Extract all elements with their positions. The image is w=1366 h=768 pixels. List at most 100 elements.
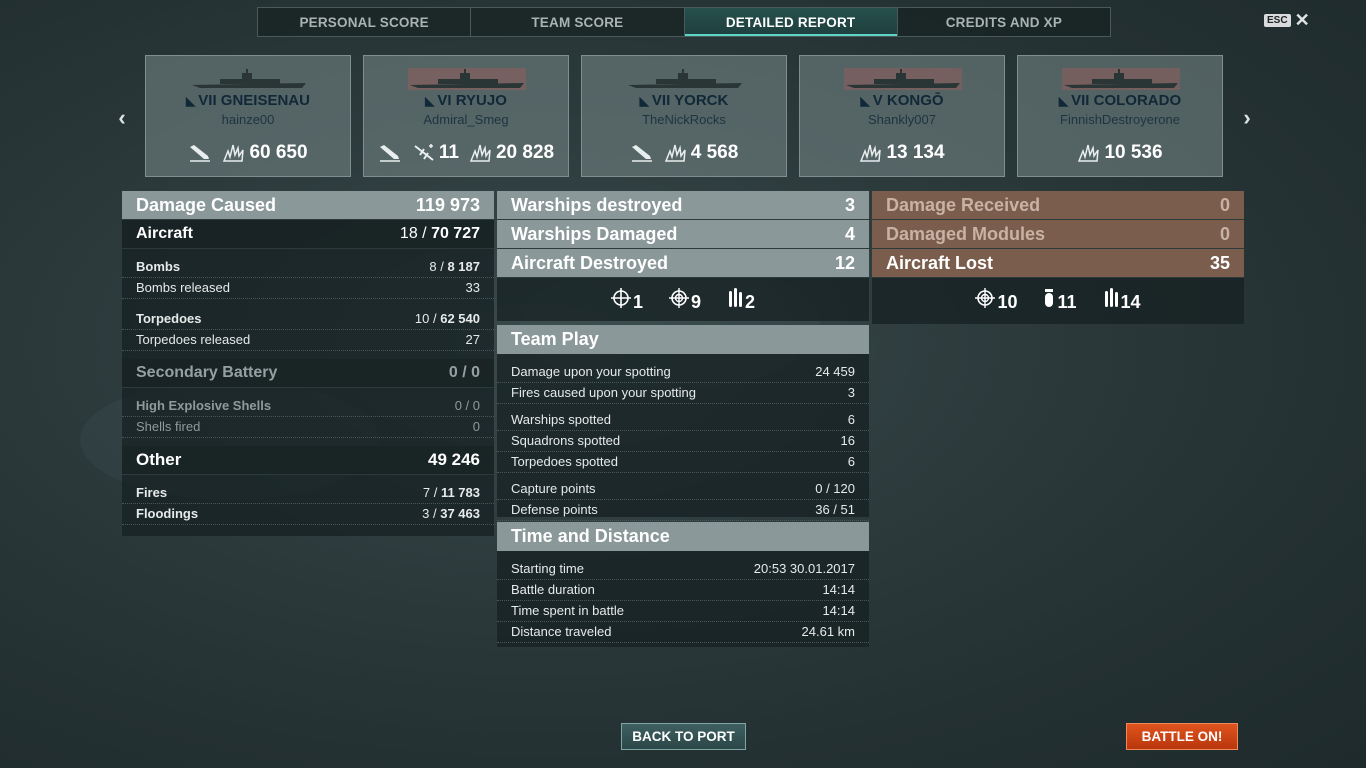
stat-row: Warships spotted 6 <box>497 410 869 431</box>
ribbon-count: 14 <box>1103 287 1141 313</box>
player-card[interactable]: ◣ VII COLORADO FinnishDestroyerone 10 536 <box>1017 55 1223 177</box>
ship-class-icon: ◣ <box>639 94 649 108</box>
stat-value: 24.61 km <box>801 624 855 639</box>
explosion-damage-icon <box>222 143 246 163</box>
aircraft-value: 18 / 70 727 <box>399 225 480 242</box>
ribbon-value: 9 <box>690 291 701 312</box>
tab-detailed-report[interactable]: DETAILED REPORT <box>684 8 898 36</box>
ribbon-icons-row: 1 9 2 <box>497 278 869 322</box>
tab-team-score[interactable]: TEAM SCORE <box>471 8 685 36</box>
ribbon-value: 10 <box>997 291 1018 312</box>
player-card[interactable]: ◣ V KONGŌ Shankly007 13 134 <box>799 55 1005 177</box>
tab-personal-score[interactable]: PERSONAL SCORE <box>258 8 472 36</box>
esc-key-label: ESC <box>1264 13 1291 27</box>
card-stat: 60 650 <box>222 142 308 164</box>
aircraft-destroyed-row: Aircraft Destroyed 12 <box>497 249 869 278</box>
close-button[interactable]: ESC ✕ <box>1264 10 1310 30</box>
other-header: Other 49 246 <box>122 446 494 475</box>
ribbon-value: 2 <box>745 291 756 312</box>
ribbon-count: 9 <box>668 287 701 313</box>
battle-on-button[interactable]: BATTLE ON! <box>1126 723 1238 750</box>
damage-caused-label: Damage Caused <box>136 194 277 215</box>
ship-class-icon: ◣ <box>186 94 196 108</box>
player-name: Admiral_Smeg <box>423 112 509 127</box>
ship-tier: VII <box>198 92 217 109</box>
received-icons-row: 10 11 14 <box>872 278 1244 322</box>
stat-row: Battle duration 14:14 <box>497 580 869 601</box>
stat-row: Squadrons spotted 16 <box>497 431 869 452</box>
stat-label: Warships spotted <box>511 412 611 427</box>
time-distance-header: Time and Distance <box>497 522 869 551</box>
aircraft-lost-row: Aircraft Lost 35 <box>872 249 1244 278</box>
close-icon: ✕ <box>1294 10 1310 30</box>
stat-value: 14:14 <box>822 603 855 618</box>
player-card[interactable]: ◣ VII GNEISENAU hainze00 60 650 <box>145 55 351 177</box>
ship-silhouette-icon <box>626 68 744 90</box>
stat-label: Fires caused upon your spotting <box>511 385 696 400</box>
chevron-left-icon[interactable]: ‹ <box>112 105 132 131</box>
damaged-modules-row: Damaged Modules 0 <box>872 220 1244 249</box>
team-play-panel: Team Play Damage upon your spotting 24 45… <box>497 325 869 521</box>
explosion-damage-icon <box>469 143 493 163</box>
ribbon-value: 1 <box>632 291 643 312</box>
fires-row: Fires 7 / 11 783 <box>122 483 494 504</box>
ship-title: KONGŌ <box>886 92 944 109</box>
card-stats: 11 20 828 <box>364 142 568 164</box>
back-to-port-button[interactable]: BACK TO PORT <box>621 723 746 750</box>
player-name: TheNickRocks <box>642 112 726 127</box>
explosion-damage-icon <box>1077 143 1101 163</box>
ship-title: COLORADO <box>1093 92 1182 109</box>
stat-row: Defense points 36 / 51 <box>497 500 869 521</box>
ship-silhouette-icon <box>844 68 962 90</box>
stat-value: 0 / 120 <box>815 481 855 496</box>
card-stat-value: 13 134 <box>886 142 945 163</box>
card-stat: 13 134 <box>859 142 945 164</box>
player-card[interactable]: ◣ VI RYUJO Admiral_Smeg 11 20 828 <box>363 55 569 177</box>
ribbon-count: 1 <box>610 287 643 313</box>
bombs-released-row: Bombs released 33 <box>122 278 494 299</box>
card-stats: 4 568 <box>582 142 786 164</box>
stat-label: Capture points <box>511 481 596 496</box>
explosion-damage-icon <box>664 143 688 163</box>
tab-credits-xp[interactable]: CREDITS AND XP <box>898 8 1110 36</box>
card-stat: 10 536 <box>1077 142 1163 164</box>
stat-label: Time spent in battle <box>511 603 624 618</box>
stat-label: Battle duration <box>511 582 595 597</box>
ship-name: ◣ VII YORCK <box>582 92 786 109</box>
card-stats: 13 134 <box>800 142 1004 164</box>
ship-title: GNEISENAU <box>220 92 310 109</box>
ship-title: RYUJO <box>455 92 507 109</box>
player-card[interactable]: ◣ VII YORCK TheNickRocks 4 568 <box>581 55 787 177</box>
stat-value: 6 <box>847 454 855 469</box>
ship-name: ◣ VI RYUJO <box>364 92 568 109</box>
warships-panel: Warships destroyed 3 Warships Damaged 4 Ai… <box>497 191 869 321</box>
stat-label: Torpedoes spotted <box>511 454 618 469</box>
he-shells-row: High Explosive Shells 0 / 0 <box>122 396 494 417</box>
chevron-right-icon[interactable]: › <box>1237 105 1257 131</box>
stat-label: Squadrons spotted <box>511 433 621 448</box>
torpedoes-row: Torpedoes 10 / 62 540 <box>122 309 494 330</box>
explosion-damage-icon <box>859 143 883 163</box>
ship-tier: V <box>872 92 883 109</box>
stat-row: Torpedoes spotted 6 <box>497 452 869 473</box>
damage-received-panel: Damage Received 0 Damaged Modules 0 Aircra… <box>872 191 1244 324</box>
secondary-battery-header: Secondary Battery 0 / 0 <box>122 359 494 388</box>
player-name: Shankly007 <box>868 112 936 127</box>
ship-tier: VII <box>1071 92 1090 109</box>
stat-label: Damage upon your spotting <box>511 364 671 379</box>
ship-silhouette-icon <box>1062 68 1180 90</box>
aircraft-header: Aircraft 18 / 70 727 <box>122 220 494 249</box>
ship-tier: VI <box>437 92 452 109</box>
card-stat <box>630 143 654 163</box>
player-name: FinnishDestroyerone <box>1060 112 1180 127</box>
crosshair-double-icon <box>668 287 689 313</box>
ship-sunk-icon <box>630 143 654 163</box>
damage-caused-header: Damage Caused 119 973 <box>122 191 494 220</box>
ribbon-value: 14 <box>1120 291 1141 312</box>
card-stat-value: 60 650 <box>249 142 308 163</box>
warships-destroyed-row: Warships destroyed 3 <box>497 191 869 220</box>
plane-shot-icon <box>412 143 436 163</box>
ribbon-count: 10 <box>975 287 1018 313</box>
card-stat: 20 828 <box>469 142 554 164</box>
stat-row: Fires caused upon your spotting 3 <box>497 383 869 404</box>
